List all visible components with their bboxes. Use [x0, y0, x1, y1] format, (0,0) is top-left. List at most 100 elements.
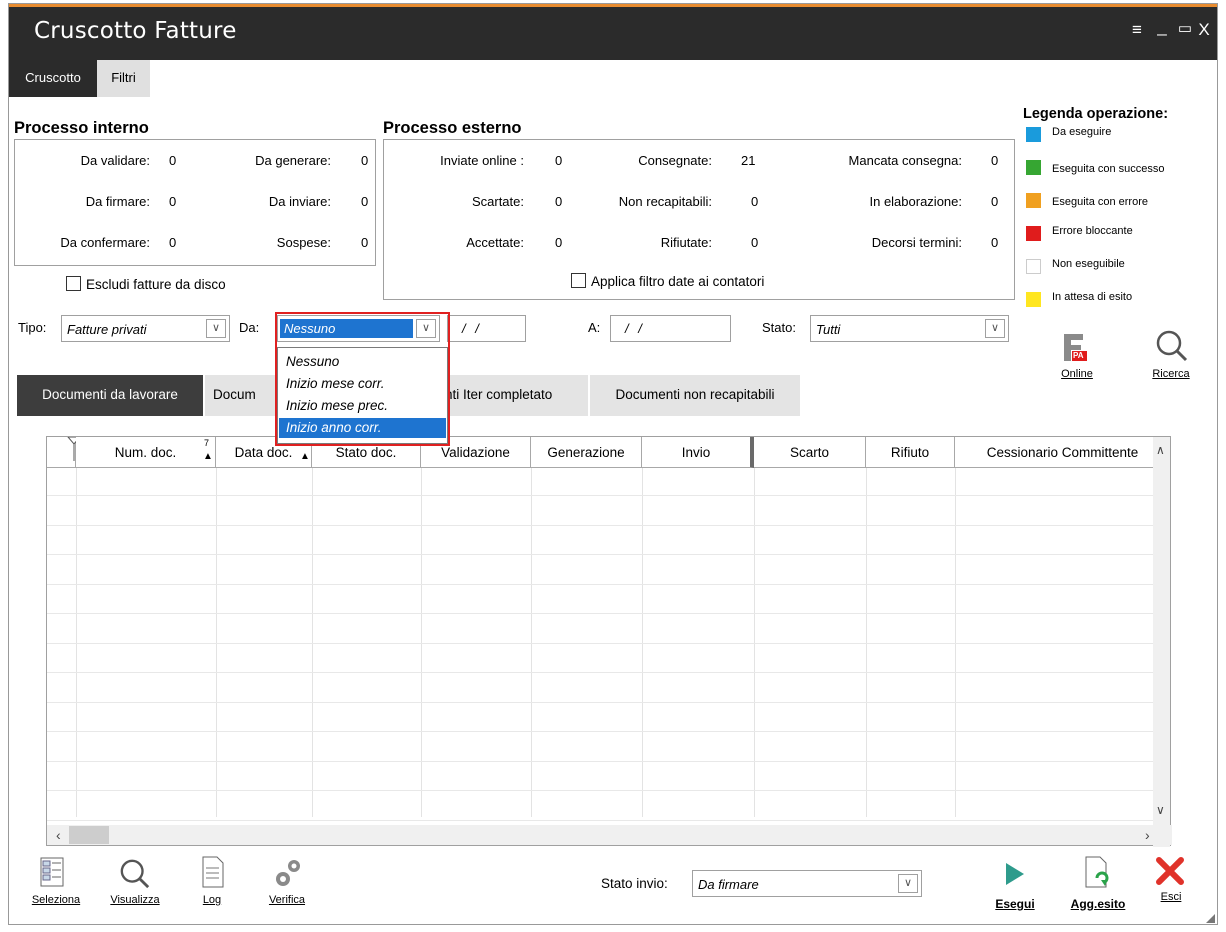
main-tab-bar: Cruscotto Filtri	[9, 60, 1217, 97]
online-button[interactable]: Online	[1057, 368, 1097, 380]
legend-swatch	[1026, 160, 1041, 175]
legend-swatch	[1026, 226, 1041, 241]
tab-documenti-da-lavorare[interactable]: Documenti da lavorare	[17, 375, 203, 416]
legend-title: Legenda operazione:	[1023, 106, 1169, 122]
date-to-value: / /	[625, 321, 645, 336]
grid-row-line	[47, 701, 1155, 703]
chevron-down-icon[interactable]: ∨	[985, 319, 1005, 338]
documents-grid[interactable]: Num. doc. 7 ▲ Data doc. ▲ Stato doc. Val…	[46, 436, 1172, 847]
da-firmare-label: Da firmare:	[85, 194, 150, 209]
verifica-button[interactable]: Verifica	[262, 894, 312, 906]
date-to-field[interactable]: / /	[610, 315, 731, 342]
ricerca-button[interactable]: Ricerca	[1141, 368, 1201, 380]
horizontal-scrollbar[interactable]: ‹ ›	[47, 825, 1172, 845]
scartate-label: Scartate:	[471, 194, 524, 209]
stato-invio-select[interactable]: Da firmare ∨	[692, 870, 922, 897]
legend-swatch	[1026, 193, 1041, 208]
decorsi-termini-value: 0	[991, 235, 999, 250]
agg-esito-button[interactable]: Agg.esito	[1061, 897, 1135, 911]
col-cessionario-committente[interactable]: Cessionario Committente	[955, 437, 1170, 468]
tab-documenti-non-recapitabili[interactable]: Documenti non recapitabili	[590, 375, 800, 416]
grid-row-line	[47, 760, 1155, 762]
a-label: A:	[588, 320, 601, 335]
visualizza-icon[interactable]	[119, 858, 151, 893]
stato-value: Tutti	[816, 322, 841, 337]
tab-filtri[interactable]: Filtri	[97, 60, 150, 97]
grid-row-line	[47, 819, 1155, 821]
da-confermare-label: Da confermare:	[60, 235, 150, 250]
tab-documenti-2[interactable]: Docum	[205, 375, 269, 416]
non-recapitabili-value: 0	[751, 194, 759, 209]
legend-label: Non eseguibile	[1052, 258, 1125, 270]
inviate-online-label: Inviate online :	[440, 153, 524, 168]
tipo-select[interactable]: Fatture privati ∨	[61, 315, 230, 342]
close-icon[interactable]: X	[1193, 20, 1215, 40]
scroll-thumb[interactable]	[69, 826, 109, 844]
da-validare-label: Da validare:	[80, 153, 150, 168]
stato-invio-label: Stato invio:	[601, 876, 668, 891]
vertical-scrollbar[interactable]: ∧ ∨	[1153, 437, 1170, 847]
play-icon[interactable]	[1004, 862, 1026, 889]
sospese-value: 0	[361, 235, 369, 250]
grid-filter-corner[interactable]	[47, 437, 81, 468]
tab-documenti-iter-completato[interactable]: nti Iter completato	[439, 375, 588, 416]
seleziona-label: Seleziona	[31, 894, 81, 906]
col-rifiuto[interactable]: Rifiuto	[866, 437, 955, 468]
da-confermare-value: 0	[169, 235, 177, 250]
in-elaborazione-label: In elaborazione:	[869, 194, 962, 209]
log-icon[interactable]	[202, 856, 224, 891]
stato-select[interactable]: Tutti ∨	[810, 315, 1009, 342]
visualizza-button[interactable]: Visualizza	[105, 894, 165, 906]
scroll-up-icon[interactable]: ∧	[1156, 443, 1165, 457]
esegui-button[interactable]: Esegui	[992, 897, 1038, 911]
visualizza-label: Visualizza	[110, 894, 160, 906]
esterno-title: Processo esterno	[383, 119, 522, 137]
esegui-label: Esegui	[995, 897, 1035, 911]
grid-row-line	[47, 495, 1155, 496]
ricerca-label: Ricerca	[1152, 368, 1190, 380]
inviate-online-value: 0	[555, 153, 563, 168]
chevron-down-icon[interactable]: ∨	[898, 874, 918, 893]
scroll-down-icon[interactable]: ∨	[1156, 803, 1165, 817]
menu-icon[interactable]: ≡	[1126, 20, 1148, 40]
sort-up-icon: ▲	[300, 451, 310, 462]
col-num-doc[interactable]: Num. doc. 7 ▲	[76, 437, 216, 468]
title-bar: Cruscotto Fatture ≡ _ ▭ X	[9, 7, 1217, 60]
seleziona-icon[interactable]	[40, 857, 66, 892]
esci-button[interactable]: Esci	[1154, 891, 1188, 903]
fatturapa-icon[interactable]: PA	[1059, 331, 1089, 364]
log-label: Log	[202, 894, 222, 906]
grid-row-line	[47, 613, 1155, 614]
accettate-label: Accettate:	[466, 235, 524, 250]
in-elaborazione-value: 0	[991, 194, 999, 209]
rifiutate-value: 0	[751, 235, 759, 250]
scroll-right-icon[interactable]: ›	[1145, 827, 1150, 843]
legend-label: Da eseguire	[1052, 126, 1112, 138]
sospese-label: Sospese:	[276, 235, 331, 250]
grid-row-line	[47, 642, 1155, 644]
gears-icon[interactable]	[273, 857, 303, 892]
col-generazione[interactable]: Generazione	[531, 437, 642, 468]
mancata-consegna-label: Mancata consegna:	[848, 153, 962, 168]
legend-label: Eseguita con successo	[1052, 163, 1165, 175]
filtro-date-checkbox[interactable]	[571, 273, 586, 288]
log-button[interactable]: Log	[195, 894, 229, 906]
non-recapitabili-label: Non recapitabili:	[618, 194, 712, 209]
seleziona-button[interactable]: Seleziona	[26, 894, 86, 906]
col-invio[interactable]: Invio	[642, 437, 754, 468]
scroll-left-icon[interactable]: ‹	[56, 827, 61, 843]
exit-x-icon[interactable]	[1156, 857, 1184, 888]
da-firmare-value: 0	[169, 194, 177, 209]
da-inviare-label: Da inviare:	[268, 194, 331, 209]
col-scarto[interactable]: Scarto	[754, 437, 866, 468]
escludi-checkbox[interactable]	[66, 276, 81, 291]
date-from-field[interactable]: / /	[447, 315, 526, 342]
resize-grip-icon[interactable]	[1206, 914, 1215, 923]
search-icon[interactable]	[1155, 329, 1189, 366]
mancata-consegna-value: 0	[991, 153, 999, 168]
rifiutate-label: Rifiutate:	[660, 235, 712, 250]
tab-cruscotto[interactable]: Cruscotto	[9, 60, 97, 97]
refresh-document-icon[interactable]	[1085, 856, 1113, 893]
chevron-down-icon[interactable]: ∨	[206, 319, 226, 338]
minimize-icon[interactable]: _	[1151, 17, 1173, 37]
